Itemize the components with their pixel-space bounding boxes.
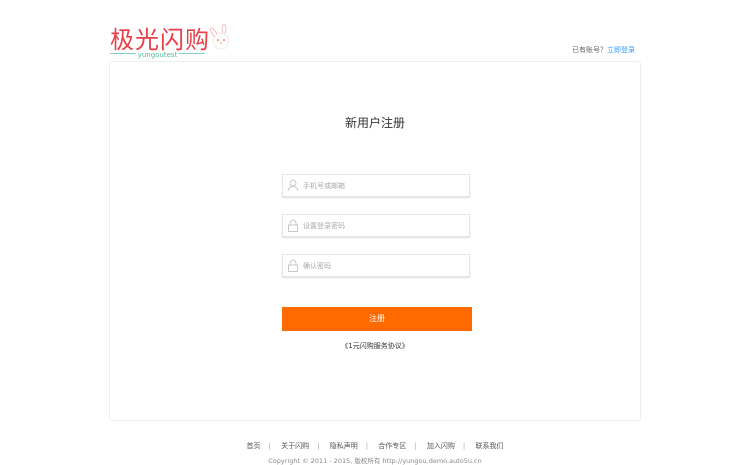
- divider: |: [414, 442, 417, 450]
- divider: |: [268, 442, 271, 450]
- confirm-password-field[interactable]: [282, 254, 470, 277]
- divider: |: [462, 442, 466, 450]
- divider: |: [365, 442, 369, 450]
- lock-icon: [288, 259, 298, 272]
- logo-subtitle: yungoutest: [110, 51, 205, 59]
- login-hint: 已有账号？立即登录: [572, 45, 635, 55]
- footer-link-join[interactable]: 加入闪购: [427, 442, 455, 450]
- footer-link-partner[interactable]: 合作专区: [378, 442, 406, 450]
- page-title: 新用户注册: [344, 116, 405, 130]
- password-field[interactable]: [282, 214, 470, 237]
- logo-text: 极光闪购: [110, 26, 210, 54]
- phone-field[interactable]: [282, 174, 470, 197]
- footer-link-home[interactable]: 首页: [247, 442, 261, 450]
- user-icon: [287, 179, 299, 192]
- confirm-password-input[interactable]: [303, 259, 463, 273]
- divider: |: [317, 442, 320, 450]
- register-card: 新用户注册 注册 《1元闪购服务协议》: [109, 61, 641, 421]
- login-link[interactable]: 立即登录: [607, 46, 635, 54]
- footer-link-about[interactable]: 关于闪购: [281, 442, 309, 450]
- has-account-text: 已有账号？: [572, 46, 607, 54]
- bunny-icon: [209, 24, 230, 50]
- register-button[interactable]: 注册: [282, 307, 472, 331]
- footer-link-contact[interactable]: 联系我们: [475, 442, 503, 450]
- password-input[interactable]: [303, 219, 463, 233]
- lock-icon: [288, 219, 298, 232]
- phone-input[interactable]: [303, 179, 463, 193]
- footer-link-privacy[interactable]: 隐私声明: [330, 442, 358, 450]
- agreement-link[interactable]: 《1元闪购服务协议》: [341, 342, 408, 350]
- footer-links: 首页 | 关于闪购 | 隐私声明 | 合作专区 | 加入闪购 | 联系我们: [0, 441, 750, 451]
- logo[interactable]: 极光闪购 yungoutest: [110, 20, 240, 60]
